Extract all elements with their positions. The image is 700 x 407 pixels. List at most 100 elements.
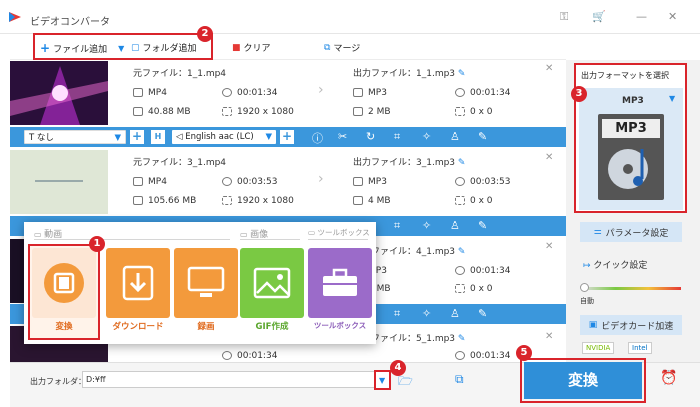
- remove-file-icon[interactable]: ✕: [545, 331, 553, 342]
- rotate-icon[interactable]: ↻: [366, 130, 375, 143]
- format-heading: 出力フォーマットを選択: [581, 71, 669, 80]
- minimize-icon[interactable]: —: [636, 10, 647, 23]
- folder-dropdown-button[interactable]: ▼: [374, 370, 391, 390]
- arrow-right-icon: ›: [318, 82, 324, 98]
- convert-tile-label: 変換: [55, 322, 73, 332]
- arrow-right-icon: ›: [318, 171, 324, 187]
- output-resolution: 0 x 0: [455, 284, 493, 294]
- watermark-icon[interactable]: ♙: [450, 130, 460, 143]
- crop-icon[interactable]: ⌗: [394, 307, 400, 321]
- edit-pencil-icon[interactable]: ✎: [458, 69, 466, 79]
- divider: [240, 239, 300, 240]
- step-badge-5: 5: [516, 345, 532, 361]
- add-subtitle-button[interactable]: +: [130, 130, 144, 144]
- output-size: 2 MB: [353, 107, 391, 117]
- step-badge-1: 1: [89, 236, 105, 252]
- remove-file-icon[interactable]: ✕: [545, 241, 553, 252]
- key-icon[interactable]: ⚿: [560, 10, 568, 24]
- quality-auto-label: 自動: [580, 297, 594, 305]
- subtitle-select[interactable]: T なし ▼: [24, 130, 126, 144]
- source-resolution: 1920 x 1080: [222, 107, 294, 117]
- intel-badge: Intel: [628, 342, 652, 354]
- edit-pencil-icon[interactable]: ✎: [458, 334, 466, 344]
- convert-button[interactable]: 変換: [524, 362, 642, 399]
- output-format: MP3: [353, 88, 387, 98]
- edit-icon[interactable]: ✎: [478, 219, 487, 232]
- open-folder-icon[interactable]: 🗁: [398, 372, 413, 393]
- effects-icon[interactable]: ✧: [422, 307, 431, 320]
- parameters-button[interactable]: ⚌ パラメータ設定: [580, 222, 682, 242]
- quality-slider-handle[interactable]: [580, 283, 589, 292]
- category-toolbox: ▭ ツールボックス: [308, 228, 370, 237]
- source-file-name: 元ファイル：1_1.mp4: [133, 69, 227, 79]
- plus-icon: +: [40, 41, 51, 55]
- source-duration: 00:01:34: [222, 88, 277, 98]
- watermark-icon[interactable]: ♙: [450, 219, 460, 232]
- effects-icon[interactable]: ✧: [422, 219, 431, 232]
- gpu-accel-button[interactable]: ▣ ビデオカード加速: [580, 315, 682, 335]
- merge-button[interactable]: ⧉ マージ: [324, 41, 360, 55]
- convert-tile-icon: [32, 248, 96, 318]
- format-icon: [133, 88, 143, 97]
- edit-icon[interactable]: ✎: [478, 130, 487, 143]
- source-file-name: 元ファイル：3_1.mp4: [133, 158, 227, 168]
- filesize-icon: [133, 107, 143, 116]
- app-title: ビデオコンバータ: [30, 17, 110, 28]
- step-badge-2: 2: [197, 26, 213, 42]
- video-thumbnail: [10, 150, 108, 214]
- source-duration: 00:03:53: [222, 177, 277, 187]
- record-tile-label: 録画: [197, 322, 215, 332]
- edit-pencil-icon[interactable]: ✎: [458, 247, 466, 257]
- remove-file-icon[interactable]: ✕: [545, 63, 553, 74]
- watermark-icon[interactable]: ♙: [450, 307, 460, 320]
- remove-file-icon[interactable]: ✕: [545, 152, 553, 163]
- info-icon[interactable]: ⓘ: [312, 130, 323, 146]
- divider: [34, 239, 230, 240]
- crop-icon[interactable]: ⌗: [394, 219, 400, 233]
- record-tile[interactable]: [174, 248, 238, 318]
- text-icon: T: [29, 133, 37, 143]
- effects-icon[interactable]: ✧: [422, 130, 431, 143]
- merge-output-icon[interactable]: ⧉: [455, 372, 464, 387]
- output-folder-field[interactable]: D:¥ff: [82, 371, 388, 388]
- chip-icon: ▣: [588, 320, 598, 330]
- clock-icon: [222, 88, 232, 97]
- alarm-clock-icon[interactable]: ⏰: [660, 370, 677, 386]
- chevron-down-icon: ▼: [379, 376, 386, 385]
- close-icon[interactable]: ✕: [668, 10, 677, 23]
- chevron-down-icon[interactable]: ▼: [118, 44, 124, 53]
- chevron-down-icon[interactable]: ▼: [669, 94, 675, 103]
- edit-icon[interactable]: ✎: [478, 307, 487, 320]
- output-duration: 00:01:34: [455, 88, 510, 98]
- audio-track-select[interactable]: ◁ English aac (LC) ▼: [172, 130, 276, 144]
- download-tile[interactable]: [106, 248, 170, 318]
- add-audio-button[interactable]: +: [280, 130, 294, 144]
- crop-icon[interactable]: ⌗: [394, 130, 400, 144]
- gif-tile-label: GIF作成: [255, 322, 289, 332]
- folder-add-icon: ▢: [131, 42, 140, 53]
- toolbox-tile[interactable]: [308, 248, 372, 318]
- merge-icon: ⧉: [324, 42, 331, 53]
- subtitle-style-icon[interactable]: H: [151, 130, 165, 144]
- step-badge-3: 3: [571, 86, 587, 102]
- output-resolution: 0 x 0: [455, 196, 493, 206]
- add-file-button[interactable]: + ファイル追加 ▼: [40, 41, 124, 55]
- output-file-name: 出力ファイル：3_1.mp3 ✎: [353, 158, 466, 168]
- output-format: MP3: [353, 177, 387, 187]
- source-format: MP4: [133, 177, 167, 187]
- resolution-icon: [222, 107, 232, 116]
- quick-settings-label: ↦ クイック設定: [583, 261, 648, 271]
- output-resolution: 0 x 0: [455, 107, 493, 117]
- quality-slider-track[interactable]: [583, 287, 681, 290]
- output-file-name: 出力ファイル：1_1.mp3 ✎: [353, 69, 466, 79]
- gif-tile[interactable]: [240, 248, 304, 318]
- cut-icon[interactable]: ✂: [338, 130, 347, 143]
- download-tile-label: ダウンロード: [112, 322, 164, 332]
- clear-button[interactable]: ■ クリア: [232, 41, 271, 55]
- source-format: MP4: [133, 88, 167, 98]
- cart-icon[interactable]: 🛒: [592, 10, 606, 23]
- output-duration: 00:01:34: [455, 266, 510, 276]
- edit-pencil-icon[interactable]: ✎: [458, 158, 466, 168]
- output-size: 4 MB: [353, 196, 391, 206]
- add-folder-button[interactable]: ▢ フォルダ追加: [131, 41, 197, 55]
